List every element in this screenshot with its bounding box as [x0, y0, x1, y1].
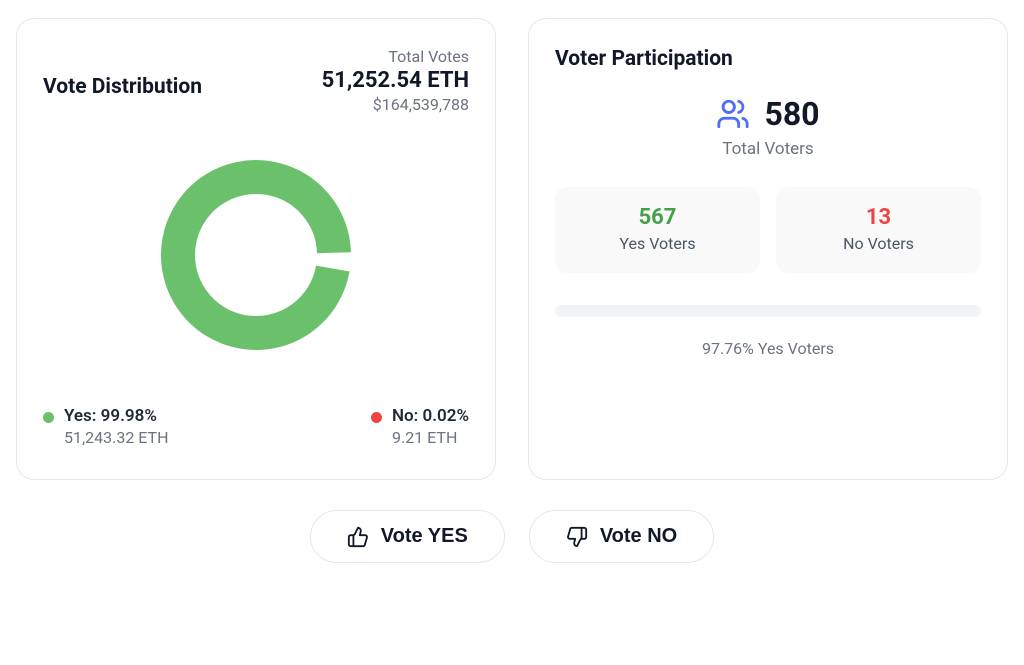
- vote-no-button[interactable]: Vote NO: [529, 510, 714, 563]
- vote-yes-label: Vote YES: [381, 525, 468, 548]
- voter-participation-title: Voter Participation: [555, 47, 981, 71]
- legend-yes-amount: 51,243.32 ETH: [64, 428, 169, 447]
- no-voters-number: 13: [786, 205, 971, 230]
- users-icon: [716, 97, 750, 131]
- total-votes-label: Total Votes: [322, 47, 469, 66]
- vote-distribution-card: Vote Distribution Total Votes 51,252.54 …: [16, 18, 496, 480]
- legend-dot-red-icon: [371, 412, 382, 423]
- participation-bar-fill: [555, 305, 981, 317]
- vote-donut-chart: [151, 150, 361, 360]
- legend-no-amount: 9.21 ETH: [392, 428, 469, 447]
- legend-yes: Yes: 99.98% 51,243.32 ETH: [43, 406, 169, 447]
- yes-voters-label: Yes Voters: [565, 234, 750, 253]
- participation-bar-label: 97.76% Yes Voters: [555, 339, 981, 358]
- legend-dot-green-icon: [43, 412, 54, 423]
- thumbs-down-icon: [566, 526, 588, 548]
- legend-yes-label: Yes: 99.98%: [64, 406, 169, 426]
- legend-no-label: No: 0.02%: [392, 406, 469, 426]
- voter-participation-card: Voter Participation 580 Total Voters 567…: [528, 18, 1008, 480]
- vote-distribution-title: Vote Distribution: [43, 47, 202, 99]
- total-votes-usd: $164,539,788: [322, 95, 469, 114]
- total-votes-block: Total Votes 51,252.54 ETH $164,539,788: [322, 47, 469, 114]
- vote-yes-button[interactable]: Vote YES: [310, 510, 505, 563]
- legend-no: No: 0.02% 9.21 ETH: [371, 406, 469, 447]
- thumbs-up-icon: [347, 526, 369, 548]
- total-voters-number: 580: [764, 95, 819, 133]
- no-voters-label: No Voters: [786, 234, 971, 253]
- participation-bar: [555, 305, 981, 317]
- vote-no-label: Vote NO: [600, 525, 677, 548]
- total-voters-label: Total Voters: [555, 139, 981, 159]
- yes-voters-number: 567: [565, 205, 750, 230]
- no-voters-stat: 13 No Voters: [776, 187, 981, 273]
- total-votes-eth: 51,252.54 ETH: [322, 68, 469, 93]
- yes-voters-stat: 567 Yes Voters: [555, 187, 760, 273]
